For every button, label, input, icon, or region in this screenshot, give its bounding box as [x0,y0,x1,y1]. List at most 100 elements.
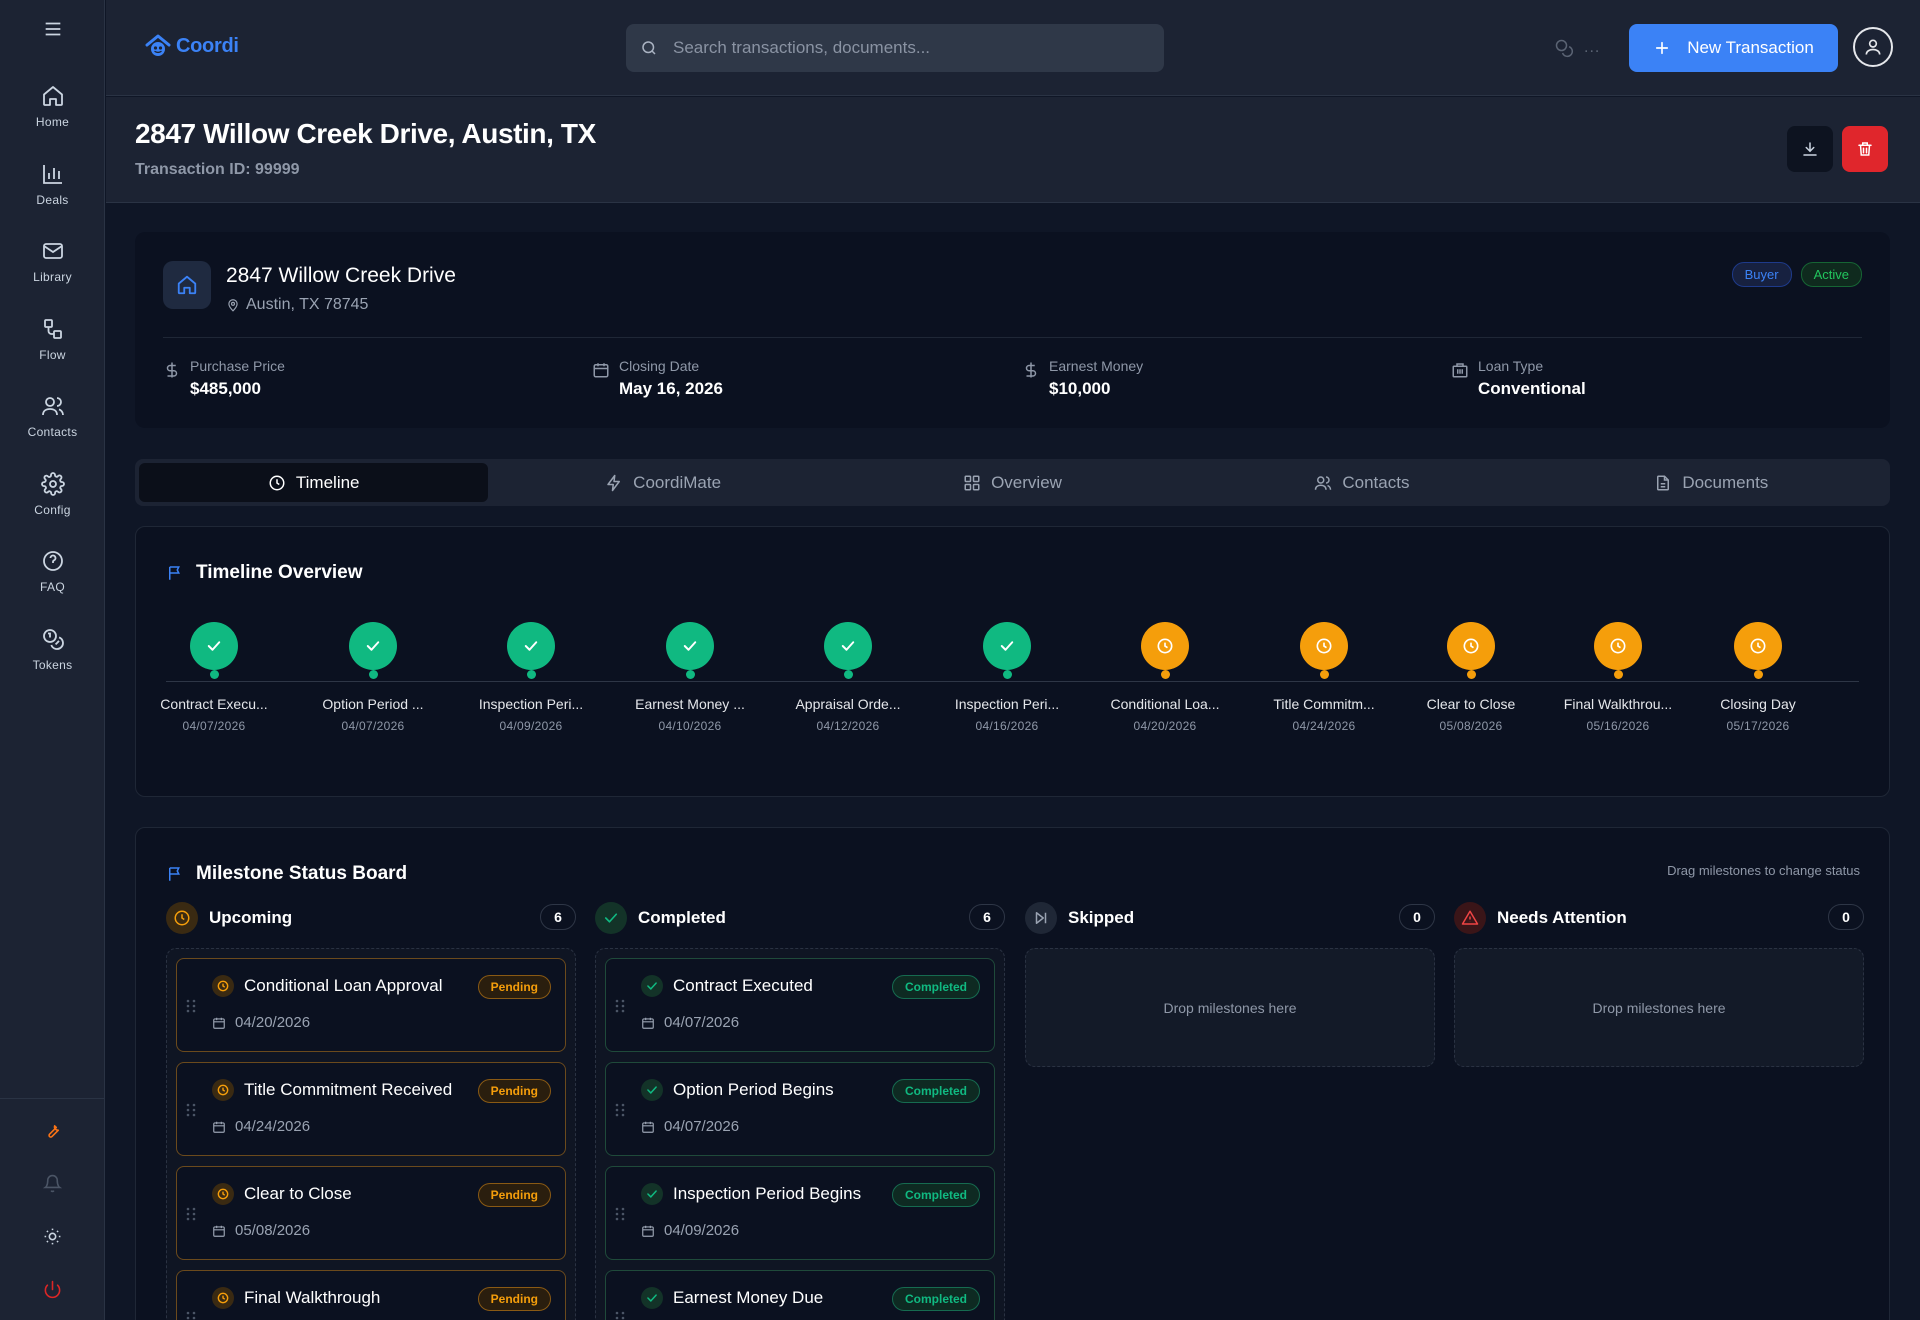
timeline-milestone[interactable]: Closing Day 05/17/2026 [1683,622,1833,733]
new-transaction-button[interactable]: New Transaction [1629,24,1838,72]
tab-contacts[interactable]: Contacts [1187,463,1536,502]
drag-handle-icon[interactable] [614,1311,626,1320]
top-utility-ellipsis[interactable]: ... [1584,39,1600,57]
drag-handle-icon[interactable] [614,1103,626,1117]
milestone-title: Inspection Period Begins [673,1184,862,1203]
check-icon [641,1079,663,1101]
milestone-title: Conditional Loan Approval [244,976,443,995]
status-badge: Active [1800,262,1862,287]
bolt-icon [607,474,621,491]
logo[interactable]: Coordi [144,32,239,60]
clock-icon [212,1287,234,1309]
timeline-milestone[interactable]: Title Commitm... 04/24/2026 [1249,622,1399,733]
status-badge: Completed [891,1183,980,1207]
drag-handle-icon[interactable] [185,999,197,1013]
milestone-date: 05/17/2026 [1726,719,1790,733]
menu-icon[interactable] [42,18,64,40]
timeline-milestone[interactable]: Contract Execu... 04/07/2026 [139,622,289,733]
drag-handle-icon[interactable] [614,1207,626,1221]
column-completed[interactable]: Contract Executed Completed 04/07/2026 Opti… [595,948,1005,1320]
wrench-icon[interactable] [0,1121,105,1174]
tab-overview[interactable]: Overview [838,463,1187,502]
drag-handle-icon[interactable] [185,1311,197,1320]
stat-loan-type: Loan Type Conventional [1451,358,1586,399]
page-title: 2847 Willow Creek Drive, Austin, TX [135,118,596,149]
tab-documents[interactable]: Documents [1537,463,1886,502]
calendar-icon [593,363,609,378]
milestone-card[interactable]: Contract Executed Completed 04/07/2026 [605,958,995,1052]
tab-timeline[interactable]: Timeline [139,463,489,502]
timeline-milestone[interactable]: Inspection Peri... 04/16/2026 [932,622,1082,733]
sidebar-item-deals[interactable]: Deals [0,162,105,240]
users-icon [41,397,64,416]
sidebar-item-config[interactable]: Config [0,471,105,550]
timeline-milestone[interactable]: Clear to Close 05/08/2026 [1396,622,1546,733]
calendar-icon [212,1224,226,1238]
milestone-card[interactable]: Clear to Close Pending 05/08/2026 [176,1166,566,1260]
bar-chart-icon [42,164,62,184]
sidebar-item-contacts[interactable]: Contacts [0,394,105,472]
milestone-date: 04/09/2026 [641,1222,739,1239]
timeline-milestone[interactable]: Earnest Money ... 04/10/2026 [615,622,765,733]
property-card: 2847 Willow Creek Drive Austin, TX 78745… [135,232,1890,428]
search-bar[interactable] [626,24,1164,72]
status-badge: Completed [891,1287,980,1311]
check-icon [983,622,1031,670]
sidebar-item-flow[interactable]: Flow [0,317,105,395]
detail-tabs: Timeline CoordiMate Overview Contacts Do… [135,459,1890,506]
coins-icon[interactable] [1554,38,1574,58]
milestone-card[interactable]: Final Walkthrough Pending [176,1270,566,1320]
drag-handle-icon[interactable] [614,999,626,1013]
milestone-card[interactable]: Inspection Period Begins Completed 04/09/2… [605,1166,995,1260]
sidebar-item-label: Tokens [32,657,73,672]
timeline-dot [1466,670,1476,679]
power-icon[interactable] [0,1280,105,1320]
milestone-card[interactable]: Option Period Begins Completed 04/07/2026 [605,1062,995,1156]
milestone-card[interactable]: Earnest Money Due Completed [605,1270,995,1320]
sun-icon[interactable] [0,1227,105,1280]
calendar-icon [641,1016,655,1030]
milestone-card[interactable]: Title Commitment Received Pending 04/24/20… [176,1062,566,1156]
house-icon [163,261,211,309]
drop-zone-skipped[interactable]: Drop milestones here [1025,948,1435,1067]
clock-icon [166,902,198,934]
avatar[interactable] [1853,27,1893,67]
column-upcoming[interactable]: Conditional Loan Approval Pending 04/20/20… [166,948,576,1320]
bell-icon[interactable] [0,1174,105,1227]
stat-value: $10,000 [1049,379,1111,398]
sidebar-item-library[interactable]: Library [0,239,105,317]
column-title: Needs Attention [1497,908,1627,927]
users-icon [1315,475,1332,490]
tab-coordimate[interactable]: CoordiMate [488,463,837,502]
timeline-milestone[interactable]: Inspection Peri... 04/09/2026 [456,622,606,733]
sidebar-item-tokens[interactable]: Tokens [0,627,105,705]
timeline-dot [685,670,695,679]
timeline-milestone[interactable]: Appraisal Orde... 04/12/2026 [773,622,923,733]
timeline-milestone[interactable]: Final Walkthrou... 05/16/2026 [1543,622,1693,733]
drag-handle-icon[interactable] [185,1207,197,1221]
search-input[interactable] [673,38,1143,58]
sidebar-item-faq[interactable]: FAQ [0,549,105,627]
property-location: Austin, TX 78745 [226,296,368,314]
column-title: Completed [638,908,726,927]
delete-button[interactable] [1842,126,1888,172]
milestone-date-text: 04/09/2026 [664,1222,740,1239]
milestone-card[interactable]: Conditional Loan Approval Pending 04/20/20… [176,958,566,1052]
timeline-milestone[interactable]: Conditional Loa... 04/20/2026 [1090,622,1240,733]
column-count: 0 [1399,904,1435,930]
timeline-dot [1002,670,1012,679]
drop-zone-needs-attention[interactable]: Drop milestones here [1454,948,1864,1067]
download-button[interactable] [1787,126,1833,172]
status-badge: Completed [891,1079,980,1103]
status-badge: Completed [891,975,980,999]
sidebar-item-home[interactable]: Home [0,84,105,162]
drag-handle-icon[interactable] [185,1103,197,1117]
clock-icon [1594,622,1642,670]
grid-icon [964,475,980,490]
milestone-label: Inspection Peri... [954,696,1060,712]
timeline-dot [1319,670,1329,679]
download-icon [1803,142,1817,156]
page-header: 2847 Willow Creek Drive, Austin, TX Tran… [106,97,1920,203]
timeline-milestone[interactable]: Option Period ... 04/07/2026 [298,622,448,733]
milestone-title: Earnest Money Due [673,1288,824,1307]
